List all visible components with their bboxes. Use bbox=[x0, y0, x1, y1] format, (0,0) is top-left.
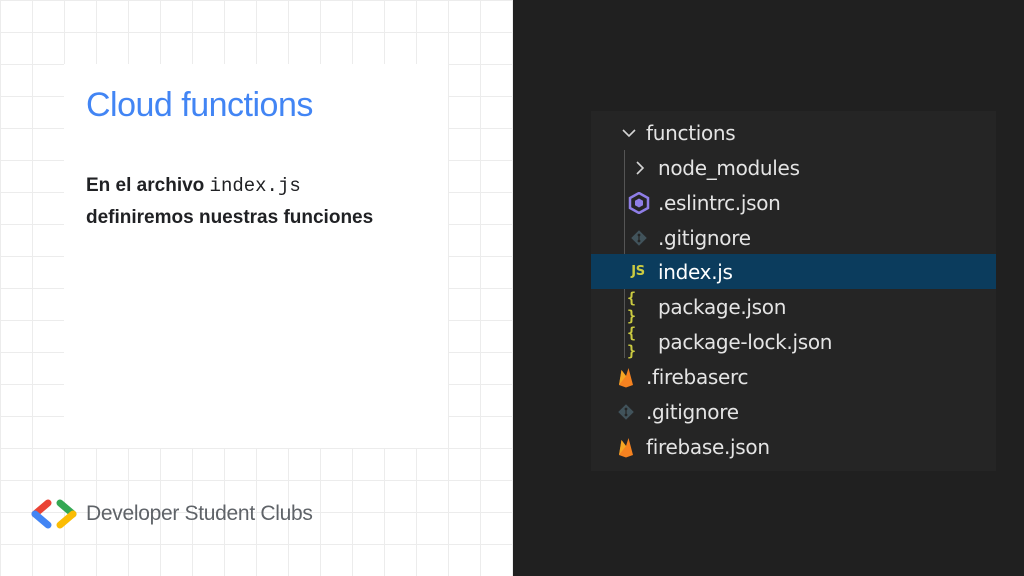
tree-item-label: functions bbox=[646, 120, 736, 145]
slide-body-line2: definiremos nuestras funciones bbox=[86, 207, 374, 228]
tree-item-label: index.js bbox=[658, 259, 733, 284]
tree-item-eslintrc[interactable]: .eslintrc.json bbox=[591, 185, 996, 220]
tree-item-label: firebase.json bbox=[646, 434, 770, 459]
tree-item-label: .gitignore bbox=[646, 399, 739, 424]
tree-item-firebaserc[interactable]: .firebaserc bbox=[591, 359, 996, 394]
tree-item-gitignore-root[interactable]: .gitignore bbox=[591, 394, 996, 429]
tree-item-gitignore-functions[interactable]: .gitignore bbox=[591, 220, 996, 255]
firebase-icon bbox=[615, 436, 637, 458]
tree-item-label: package-lock.json bbox=[658, 329, 833, 354]
dsc-logo-icon bbox=[31, 499, 77, 529]
tree-item-label: .firebaserc bbox=[646, 364, 749, 389]
tree-item-package-lock-json[interactable]: { } package-lock.json bbox=[591, 323, 996, 360]
slide-body-code: index.js bbox=[209, 175, 301, 197]
eslint-icon bbox=[628, 191, 650, 214]
javascript-icon: JS bbox=[631, 264, 645, 279]
tree-item-label: package.json bbox=[658, 294, 787, 319]
brand: Developer Student Clubs bbox=[30, 496, 313, 532]
slide-body: En el archivo index.js definiremos nuest… bbox=[86, 170, 446, 233]
chevron-down-icon[interactable] bbox=[618, 122, 640, 144]
brand-name: Developer Student Clubs bbox=[86, 502, 313, 525]
slide-body-text: En el archivo bbox=[86, 175, 210, 196]
json-icon: { } bbox=[627, 288, 638, 325]
tree-item-index-js[interactable]: JS index.js bbox=[591, 254, 996, 289]
tree-item-functions[interactable]: functions bbox=[591, 115, 996, 150]
tree-item-label: .eslintrc.json bbox=[658, 190, 781, 215]
tree-item-firebase-json[interactable]: firebase.json bbox=[591, 429, 996, 464]
git-icon bbox=[615, 401, 637, 423]
chevron-right-icon[interactable] bbox=[629, 157, 651, 179]
firebase-icon bbox=[615, 366, 637, 388]
slide-title: Cloud functions bbox=[86, 86, 313, 124]
tree-item-package-json[interactable]: { } package.json bbox=[591, 288, 996, 325]
tree-item-node-modules[interactable]: node_modules bbox=[591, 150, 996, 185]
json-icon: { } bbox=[627, 323, 638, 360]
tree-item-label: node_modules bbox=[658, 155, 800, 180]
tree-item-label: .gitignore bbox=[658, 225, 751, 250]
git-icon bbox=[628, 227, 650, 249]
